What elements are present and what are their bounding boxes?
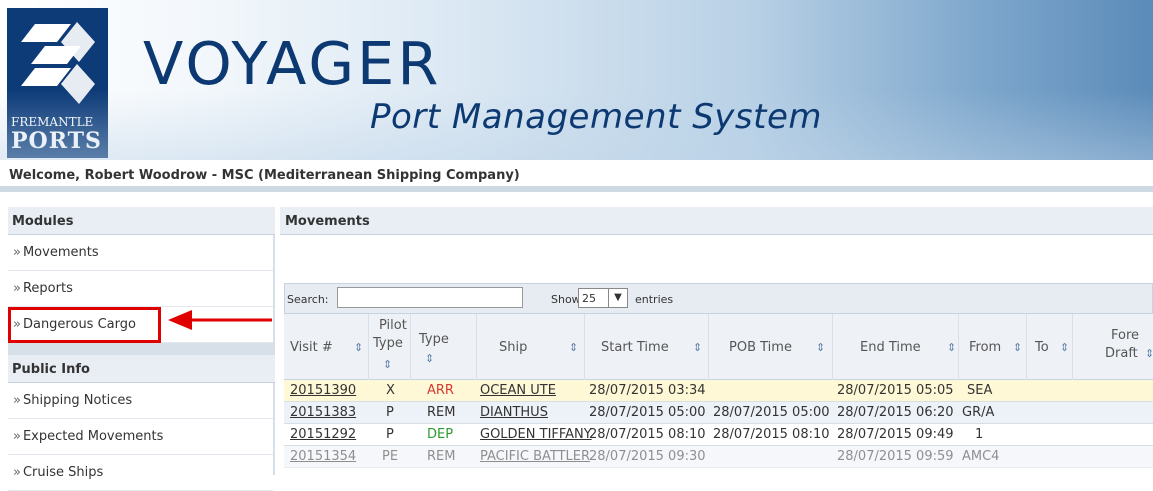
end-time-cell: 28/07/2015 06:20 — [837, 405, 954, 420]
start-time-cell: 28/07/2015 08:10 — [589, 427, 706, 442]
logo-text-fremantle: FREMANTLE — [11, 115, 94, 129]
type-cell: DEP — [427, 427, 454, 442]
sort-icon[interactable]: ⇕ — [383, 358, 392, 371]
sidebar-item-cruise-ships[interactable]: » Cruise Ships — [8, 455, 273, 491]
sort-icon[interactable]: ⇕ — [425, 352, 434, 365]
ship-link[interactable]: OCEAN UTE — [480, 383, 556, 398]
show-label: Show — [551, 293, 581, 306]
sort-icon[interactable]: ⇕ — [1060, 341, 1069, 354]
public-info-heading: Public Info — [8, 355, 275, 383]
sidebar: Modules » Movements » Reports » Dangerous C… — [8, 207, 275, 491]
logo-text-ports: PORTS — [11, 128, 102, 154]
pilot-type-cell: X — [386, 383, 395, 398]
end-time-cell: 28/07/2015 05:05 — [837, 383, 954, 398]
from-cell: SEA — [967, 383, 993, 398]
end-time-cell: 28/07/2015 09:49 — [837, 427, 954, 442]
sort-icon[interactable]: ⇕ — [354, 341, 363, 354]
sort-icon[interactable]: ⇕ — [569, 341, 578, 354]
visit-link[interactable]: 20151383 — [290, 405, 356, 420]
ship-link[interactable]: DIANTHUS — [480, 405, 548, 420]
fremantle-ports-logo: FREMANTLE PORTS — [7, 8, 108, 158]
start-time-cell: 28/07/2015 03:34 — [589, 383, 706, 398]
col-from[interactable]: From ⇕ — [959, 314, 1027, 380]
col-start-time[interactable]: Start Time ⇕ — [585, 314, 709, 380]
from-cell: 1 — [975, 427, 984, 442]
sidebar-item-dangerous-cargo[interactable]: » Dangerous Cargo — [8, 307, 161, 343]
search-input[interactable] — [337, 287, 523, 308]
col-pob-time[interactable]: POB Time ⇕ — [709, 314, 833, 380]
table-row[interactable]: 20151292 P DEP GOLDEN TIFFANY 28/07/2015… — [284, 424, 1153, 446]
sort-icon[interactable]: ⇕ — [693, 341, 702, 354]
pilot-type-cell: P — [386, 427, 394, 442]
col-visit[interactable]: Visit # ⇕ — [284, 314, 369, 380]
page-size-select[interactable]: 25 ▼ — [578, 288, 628, 308]
start-time-cell: 28/07/2015 05:00 — [589, 405, 706, 420]
chevron-down-icon[interactable]: ▼ — [608, 289, 627, 307]
table-row[interactable]: 20151354 PE REM PACIFIC BATTLER 28/07/20… — [284, 446, 1153, 468]
col-type[interactable]: Type ⇕ — [411, 314, 477, 380]
table-row[interactable]: 20151383 P REM DIANTHUS 28/07/2015 05:00… — [284, 402, 1153, 424]
ship-link[interactable]: GOLDEN TIFFANY — [480, 427, 592, 442]
modules-heading: Modules — [8, 207, 275, 235]
red-arrow-annotation-icon — [168, 310, 272, 330]
movements-panel: Movements Search: Show 25 ▼ entries Visi… — [280, 207, 1153, 475]
app-subtitle: Port Management System — [370, 97, 822, 137]
type-cell: REM — [427, 405, 456, 420]
welcome-bar: Welcome, Robert Woodrow - MSC (Mediterra… — [0, 160, 1153, 192]
page-size-value: 25 — [582, 292, 596, 305]
movements-body: Search: Show 25 ▼ entries Visit # ⇕ Pilo… — [280, 235, 1153, 475]
col-fore-draft[interactable]: Fore Draft ⇕ — [1073, 314, 1153, 380]
from-cell: GR/A — [962, 405, 995, 420]
welcome-text: Welcome, Robert Woodrow - MSC (Mediterra… — [9, 168, 520, 183]
col-to[interactable]: To ⇕ — [1027, 314, 1073, 380]
pob-time-cell: 28/07/2015 08:10 — [713, 427, 830, 442]
visit-link[interactable]: 20151292 — [290, 427, 356, 442]
pilot-type-cell: P — [386, 405, 394, 420]
table-row[interactable]: 20151390 X ARR OCEAN UTE 28/07/2015 03:3… — [284, 380, 1153, 402]
movements-heading: Movements — [280, 207, 1153, 235]
ship-link[interactable]: PACIFIC BATTLER — [480, 449, 590, 464]
from-cell: AMC4 — [962, 449, 1000, 464]
type-cell: REM — [427, 449, 456, 464]
sort-icon[interactable]: ⇕ — [1145, 347, 1153, 360]
start-time-cell: 28/07/2015 09:30 — [589, 449, 706, 464]
sidebar-item-expected-movements[interactable]: » Expected Movements — [8, 419, 273, 455]
sidebar-divider — [8, 343, 275, 355]
sort-icon[interactable]: ⇕ — [1013, 341, 1022, 354]
table-toolbar: Search: Show 25 ▼ entries — [284, 283, 1153, 314]
table-header: Visit # ⇕ Pilot Type ⇕ Type ⇕ Ship ⇕ Sta… — [284, 314, 1153, 380]
sidebar-item-movements[interactable]: » Movements — [8, 235, 273, 271]
app-title: VOYAGER — [143, 29, 442, 98]
visit-link[interactable]: 20151354 — [290, 449, 356, 464]
type-cell: ARR — [427, 383, 454, 398]
pilot-type-cell: PE — [382, 449, 399, 464]
sort-icon[interactable]: ⇕ — [947, 341, 956, 354]
end-time-cell: 28/07/2015 09:59 — [837, 449, 954, 464]
pob-time-cell: 28/07/2015 05:00 — [713, 405, 830, 420]
sidebar-item-shipping-notices[interactable]: » Shipping Notices — [8, 383, 273, 419]
logo-mark-icon — [21, 22, 95, 104]
search-label: Search: — [287, 293, 329, 306]
col-end-time[interactable]: End Time ⇕ — [833, 314, 959, 380]
col-ship[interactable]: Ship ⇕ — [477, 314, 585, 380]
entries-label: entries — [635, 293, 674, 306]
col-pilot-type[interactable]: Pilot Type ⇕ — [369, 314, 411, 380]
app-header: FREMANTLE PORTS VOYAGER Port Management … — [0, 0, 1153, 160]
visit-link[interactable]: 20151390 — [290, 383, 356, 398]
sort-icon[interactable]: ⇕ — [816, 341, 825, 354]
sidebar-item-reports[interactable]: » Reports — [8, 271, 273, 307]
